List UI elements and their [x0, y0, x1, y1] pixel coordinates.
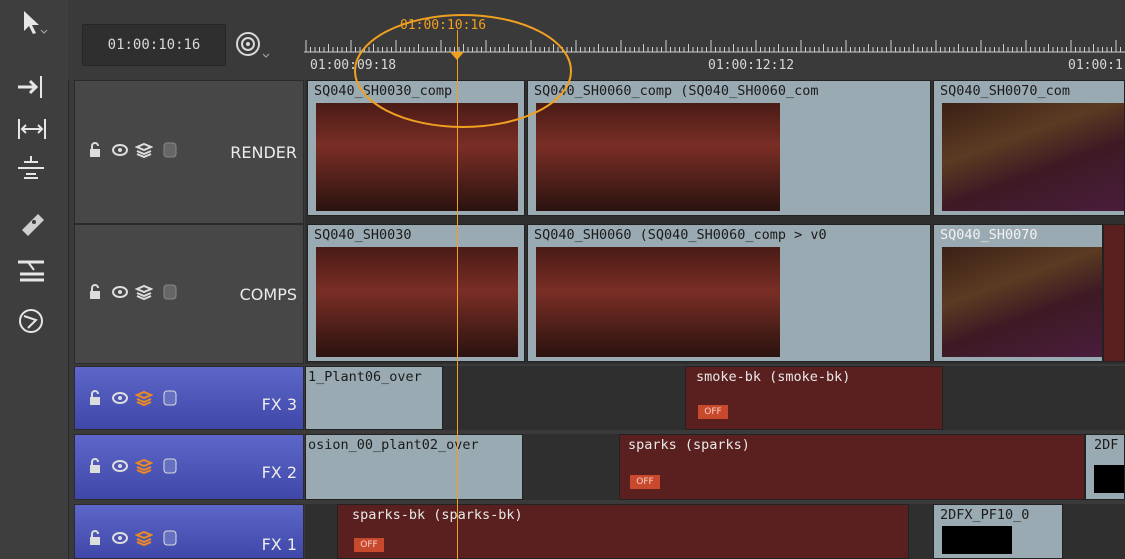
lock-icon[interactable] — [87, 529, 105, 547]
layers-icon[interactable] — [134, 141, 154, 159]
razor-tool-icon[interactable] — [14, 208, 50, 238]
clip-label: 1_Plant06_over — [308, 369, 422, 385]
clip-label: SQ040_SH0070 — [940, 227, 1038, 243]
track-header-fx1[interactable]: FX 1 — [74, 504, 304, 559]
clip[interactable] — [1103, 224, 1125, 362]
slide-tool-icon[interactable] — [14, 152, 50, 182]
snap-icon[interactable] — [232, 28, 272, 62]
track-name: RENDER — [230, 143, 297, 162]
layers-icon[interactable] — [134, 529, 154, 547]
clip[interactable]: sparks-bk (sparks-bk) OFF — [337, 504, 909, 559]
clip-label: 2DF — [1094, 437, 1119, 453]
clip[interactable]: sparks (sparks) OFF — [619, 434, 1085, 500]
track-lane-comps[interactable]: SQ040_SH0030 SQ040_SH0060 (SQ040_SH0060_… — [305, 224, 1125, 364]
clip[interactable]: 1_Plant06_over — [305, 366, 443, 430]
track-name: FX 2 — [261, 463, 297, 482]
track-lane-fx1[interactable]: sparks-bk (sparks-bk) OFF 2DFX_PF10_0 — [305, 504, 1125, 559]
clip[interactable]: SQ040_SH0070 — [933, 224, 1103, 362]
track-name: COMPS — [239, 285, 297, 304]
track-lane-fx2[interactable]: osion_00_plant02_over sparks (sparks) OF… — [305, 434, 1125, 500]
clip-thumbnail — [942, 103, 1124, 211]
track-name: FX 1 — [261, 535, 297, 554]
clip[interactable]: SQ040_SH0030 — [307, 224, 525, 362]
select-tool-icon[interactable] — [14, 8, 50, 38]
clip-thumbnail — [316, 247, 518, 357]
visibility-eye-icon[interactable] — [111, 141, 129, 159]
ruler-label: 01:00:12:12 — [708, 58, 795, 73]
database-icon[interactable] — [161, 389, 179, 407]
off-badge[interactable]: OFF — [698, 405, 728, 419]
retime-tool-icon[interactable] — [14, 306, 50, 336]
visibility-eye-icon[interactable] — [111, 529, 129, 547]
clip[interactable]: SQ040_SH0060 (SQ040_SH0060_comp > v0 — [527, 224, 931, 362]
clip-thumbnail — [536, 247, 780, 357]
visibility-eye-icon[interactable] — [111, 457, 129, 475]
visibility-eye-icon[interactable] — [111, 283, 129, 301]
clip-label: SQ040_SH0060 (SQ040_SH0060_comp > v0 — [534, 227, 827, 243]
clip-label: sparks-bk (sparks-bk) — [352, 507, 523, 523]
lock-icon[interactable] — [87, 141, 105, 159]
clip[interactable]: osion_00_plant02_over — [305, 434, 523, 500]
off-badge[interactable]: OFF — [630, 475, 660, 489]
clip-thumbnail — [1094, 465, 1124, 493]
track-header-fx3[interactable]: FX 3 — [74, 366, 304, 430]
track-header-fx2[interactable]: FX 2 — [74, 434, 304, 500]
lock-icon[interactable] — [87, 283, 105, 301]
highlight-annotation — [354, 14, 572, 128]
track-name: FX 3 — [261, 395, 297, 414]
track-select-tool-icon[interactable] — [14, 72, 50, 102]
off-badge[interactable]: OFF — [354, 538, 384, 552]
layers-icon[interactable] — [134, 283, 154, 301]
clip-label: SQ040_SH0030 — [314, 227, 412, 243]
track-header-render[interactable]: RENDER — [74, 80, 304, 224]
database-icon[interactable] — [161, 457, 179, 475]
clip[interactable]: SQ040_SH0070_com — [933, 80, 1125, 216]
clip[interactable]: 2DFX_PF10_0 — [933, 504, 1063, 559]
layers-icon[interactable] — [134, 389, 154, 407]
clip-thumbnail — [942, 526, 1012, 554]
clip-label: osion_00_plant02_over — [308, 437, 479, 453]
clip-label: SQ040_SH0060_comp (SQ040_SH0060_com — [534, 83, 819, 99]
slip-tool-icon[interactable] — [14, 114, 50, 144]
layers-icon[interactable] — [134, 457, 154, 475]
database-icon[interactable] — [161, 529, 179, 547]
database-icon[interactable] — [161, 141, 179, 159]
database-icon[interactable] — [161, 283, 179, 301]
lock-icon[interactable] — [87, 457, 105, 475]
visibility-eye-icon[interactable] — [111, 389, 129, 407]
tool-strip — [0, 0, 69, 559]
clip-thumbnail — [942, 247, 1102, 357]
clip-label: 2DFX_PF10_0 — [940, 507, 1030, 523]
ruler-label: 01:00:1 — [1068, 58, 1123, 73]
clip[interactable]: 2DF — [1085, 434, 1125, 500]
track-header-comps[interactable]: COMPS — [74, 224, 304, 364]
clip[interactable]: SQ040_SH0060_comp (SQ040_SH0060_com — [527, 80, 931, 216]
clip-label: sparks (sparks) — [628, 437, 750, 453]
track-lane-fx3[interactable]: 1_Plant06_over smoke-bk (smoke-bk) OFF — [305, 366, 1125, 430]
ripple-tool-icon[interactable] — [14, 256, 50, 286]
clip-label: smoke-bk (smoke-bk) — [696, 369, 851, 385]
clip-label: SQ040_SH0070_com — [940, 83, 1071, 99]
current-timecode-field[interactable]: 01:00:10:16 — [82, 24, 226, 66]
clip[interactable]: smoke-bk (smoke-bk) OFF — [685, 366, 943, 430]
lock-icon[interactable] — [87, 389, 105, 407]
